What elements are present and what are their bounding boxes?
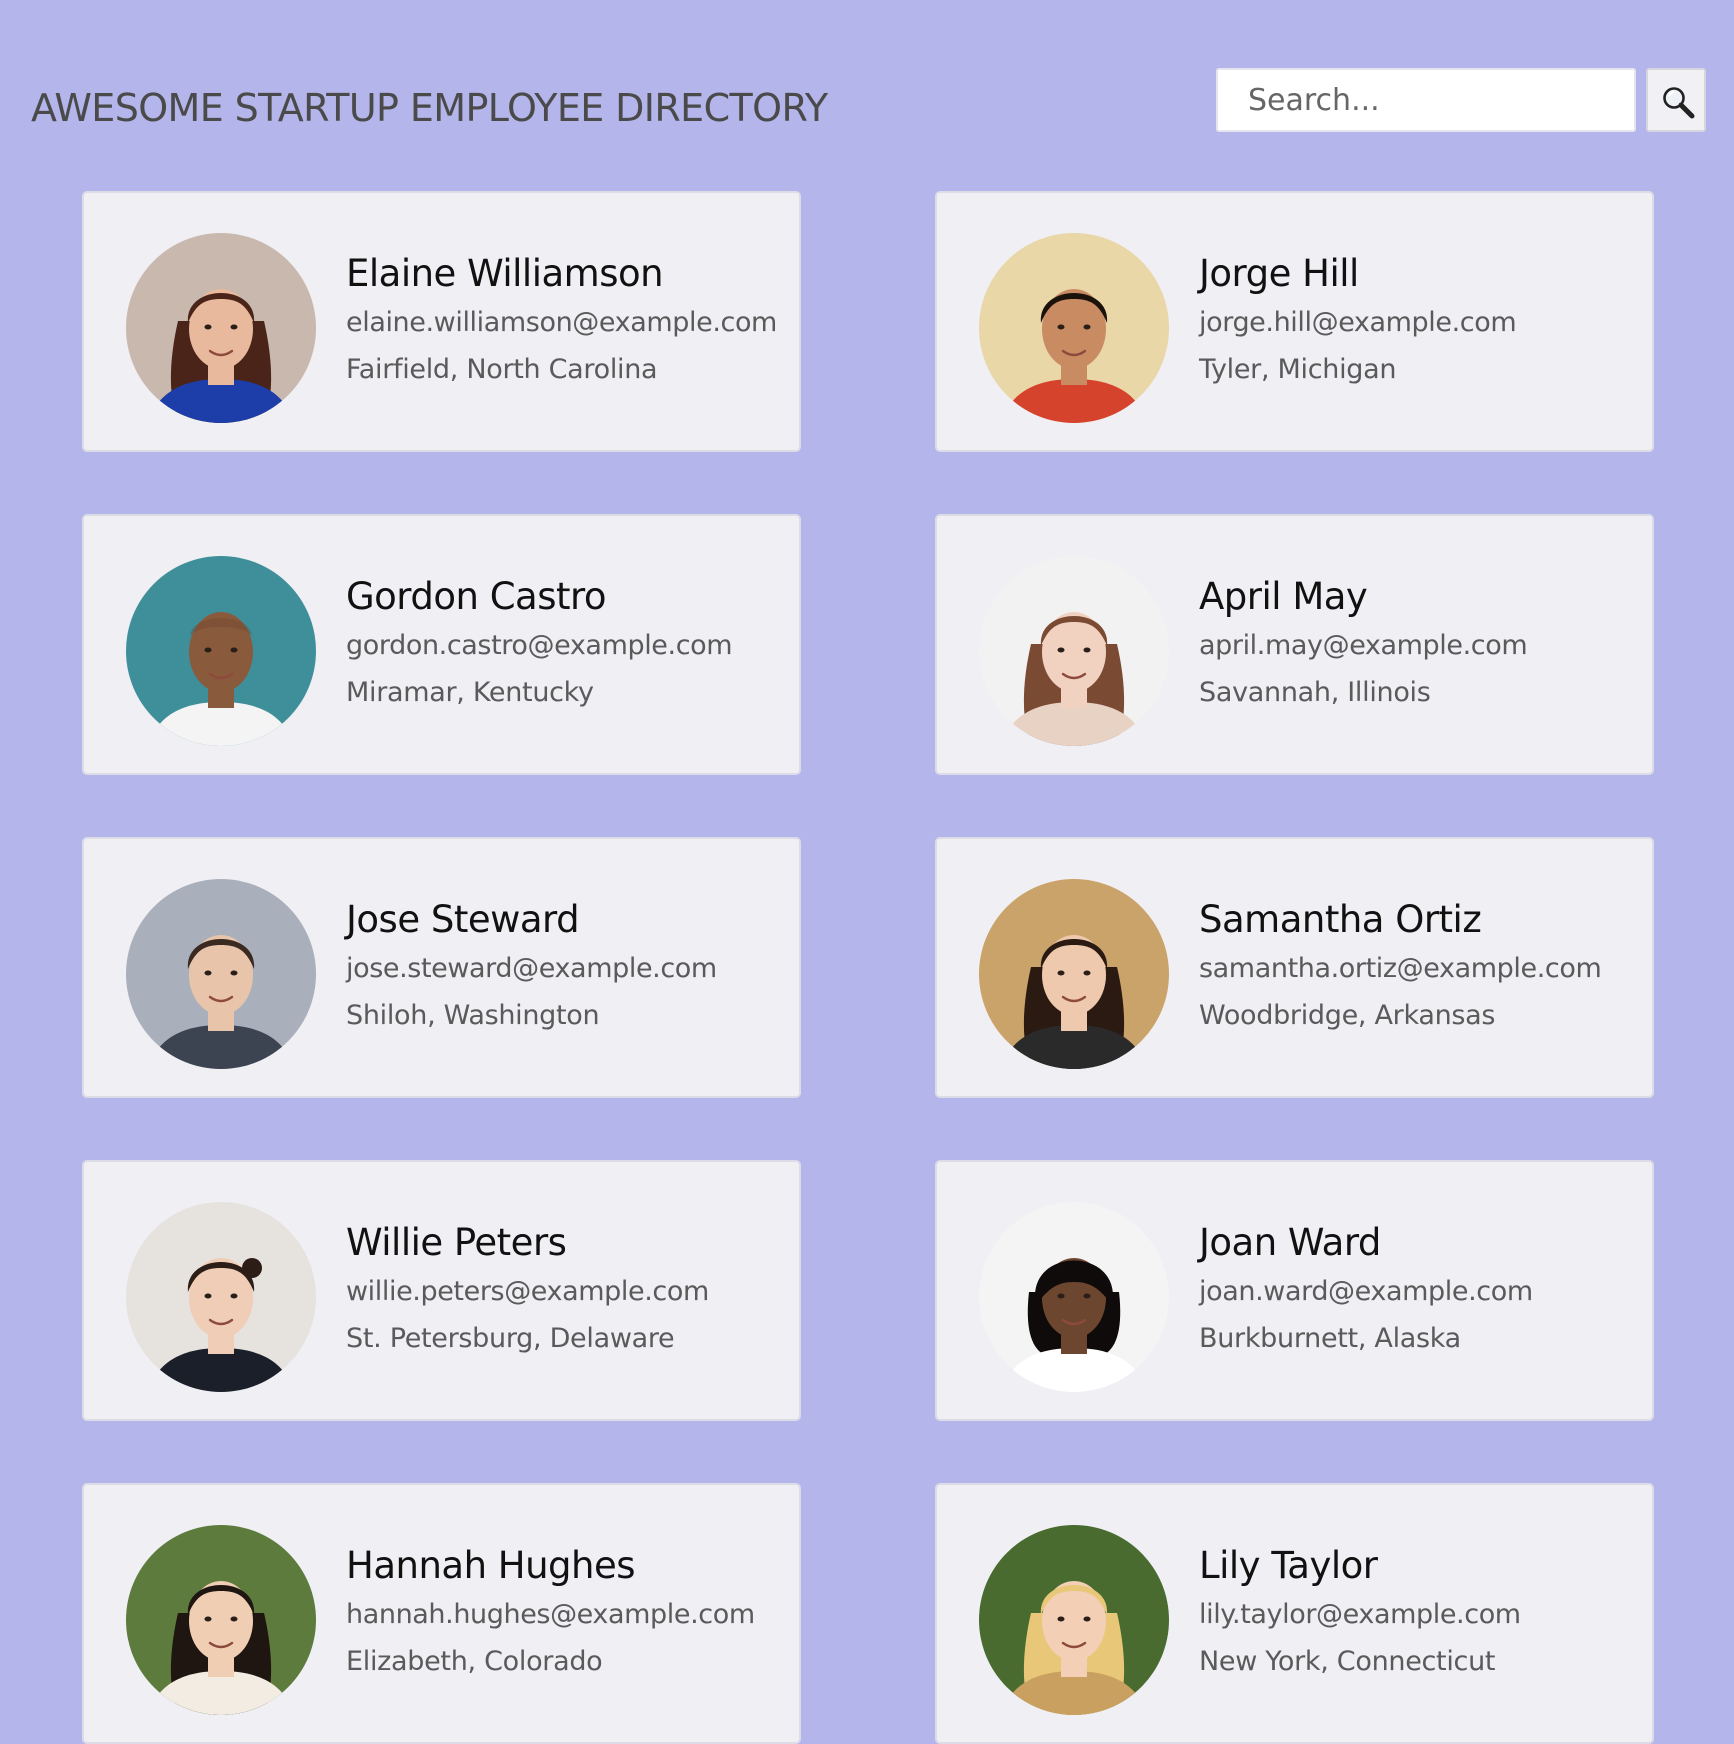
magnifier-icon [1663, 87, 1695, 119]
employee-email: willie.peters@example.com [346, 1276, 709, 1307]
employee-name: Elaine Williamson [346, 252, 664, 295]
employee-location: Fairfield, North Carolina [346, 354, 658, 385]
employee-info: Hannah Hughes hannah.hughes@example.com … [346, 1543, 785, 1680]
employee-location: Woodbridge, Arkansas [1199, 1000, 1496, 1031]
employee-card[interactable]: Gordon Castro gordon.castro@example.com … [82, 514, 801, 775]
avatar [979, 1525, 1169, 1715]
employee-location: Savannah, Illinois [1199, 677, 1431, 708]
employee-location: St. Petersburg, Delaware [346, 1323, 675, 1354]
employee-location: Elizabeth, Colorado [346, 1646, 603, 1677]
avatar [126, 1202, 316, 1392]
employee-info: Willie Peters willie.peters@example.com … [346, 1220, 785, 1357]
employee-name: Samantha Ortiz [1199, 898, 1482, 941]
avatar-photo [979, 879, 1169, 1069]
avatar-photo [979, 556, 1169, 746]
employee-info: Gordon Castro gordon.castro@example.com … [346, 574, 785, 711]
avatar [979, 1202, 1169, 1392]
employee-name: Lily Taylor [1199, 1544, 1378, 1587]
employee-location: Shiloh, Washington [346, 1000, 600, 1031]
avatar [126, 1525, 316, 1715]
employee-email: jorge.hill@example.com [1199, 307, 1517, 338]
employee-name: Hannah Hughes [346, 1544, 636, 1587]
employee-info: April May april.may@example.com Savannah… [1199, 574, 1638, 711]
employee-info: Jorge Hill jorge.hill@example.com Tyler,… [1199, 251, 1638, 388]
employee-email: jose.steward@example.com [346, 953, 717, 984]
employee-card[interactable]: April May april.may@example.com Savannah… [935, 514, 1654, 775]
employee-card[interactable]: Lily Taylor lily.taylor@example.com New … [935, 1483, 1654, 1744]
employee-name: Jose Steward [346, 898, 580, 941]
avatar [126, 233, 316, 423]
employee-card[interactable]: Samantha Ortiz samantha.ortiz@example.co… [935, 837, 1654, 1098]
employee-name: Jorge Hill [1199, 252, 1359, 295]
avatar-photo [126, 233, 316, 423]
employee-location: New York, Connecticut [1199, 1646, 1496, 1677]
avatar-photo [979, 233, 1169, 423]
employee-email: lily.taylor@example.com [1199, 1599, 1521, 1630]
employee-card[interactable]: Jorge Hill jorge.hill@example.com Tyler,… [935, 191, 1654, 452]
employee-info: Lily Taylor lily.taylor@example.com New … [1199, 1543, 1638, 1680]
avatar-photo [126, 879, 316, 1069]
avatar-photo [126, 556, 316, 746]
search-button[interactable] [1646, 68, 1706, 132]
employee-email: joan.ward@example.com [1199, 1276, 1533, 1307]
avatar [126, 879, 316, 1069]
avatar-photo [979, 1525, 1169, 1715]
avatar-photo [126, 1525, 316, 1715]
avatar-photo [126, 1202, 316, 1392]
employee-grid: Elaine Williamson elaine.williamson@exam… [82, 191, 1654, 1744]
employee-location: Burkburnett, Alaska [1199, 1323, 1461, 1354]
employee-email: april.may@example.com [1199, 630, 1528, 661]
employee-info: Elaine Williamson elaine.williamson@exam… [346, 251, 785, 388]
employee-card[interactable]: Hannah Hughes hannah.hughes@example.com … [82, 1483, 801, 1744]
search-input[interactable] [1216, 68, 1636, 132]
avatar [979, 556, 1169, 746]
employee-email: hannah.hughes@example.com [346, 1599, 755, 1630]
employee-email: gordon.castro@example.com [346, 630, 733, 661]
employee-info: Joan Ward joan.ward@example.com Burkburn… [1199, 1220, 1638, 1357]
employee-email: elaine.williamson@example.com [346, 307, 777, 338]
header: AWESOME STARTUP EMPLOYEE DIRECTORY [0, 0, 1734, 170]
employee-name: Gordon Castro [346, 575, 607, 618]
page-title: AWESOME STARTUP EMPLOYEE DIRECTORY [31, 86, 828, 130]
employee-card[interactable]: Elaine Williamson elaine.williamson@exam… [82, 191, 801, 452]
employee-card[interactable]: Willie Peters willie.peters@example.com … [82, 1160, 801, 1421]
avatar [979, 879, 1169, 1069]
employee-name: April May [1199, 575, 1368, 618]
employee-location: Tyler, Michigan [1199, 354, 1397, 385]
employee-info: Samantha Ortiz samantha.ortiz@example.co… [1199, 897, 1638, 1034]
employee-info: Jose Steward jose.steward@example.com Sh… [346, 897, 785, 1034]
employee-card[interactable]: Joan Ward joan.ward@example.com Burkburn… [935, 1160, 1654, 1421]
avatar [126, 556, 316, 746]
avatar [979, 233, 1169, 423]
employee-name: Willie Peters [346, 1221, 567, 1264]
employee-name: Joan Ward [1199, 1221, 1381, 1264]
employee-email: samantha.ortiz@example.com [1199, 953, 1602, 984]
employee-card[interactable]: Jose Steward jose.steward@example.com Sh… [82, 837, 801, 1098]
employee-location: Miramar, Kentucky [346, 677, 594, 708]
avatar-photo [979, 1202, 1169, 1392]
